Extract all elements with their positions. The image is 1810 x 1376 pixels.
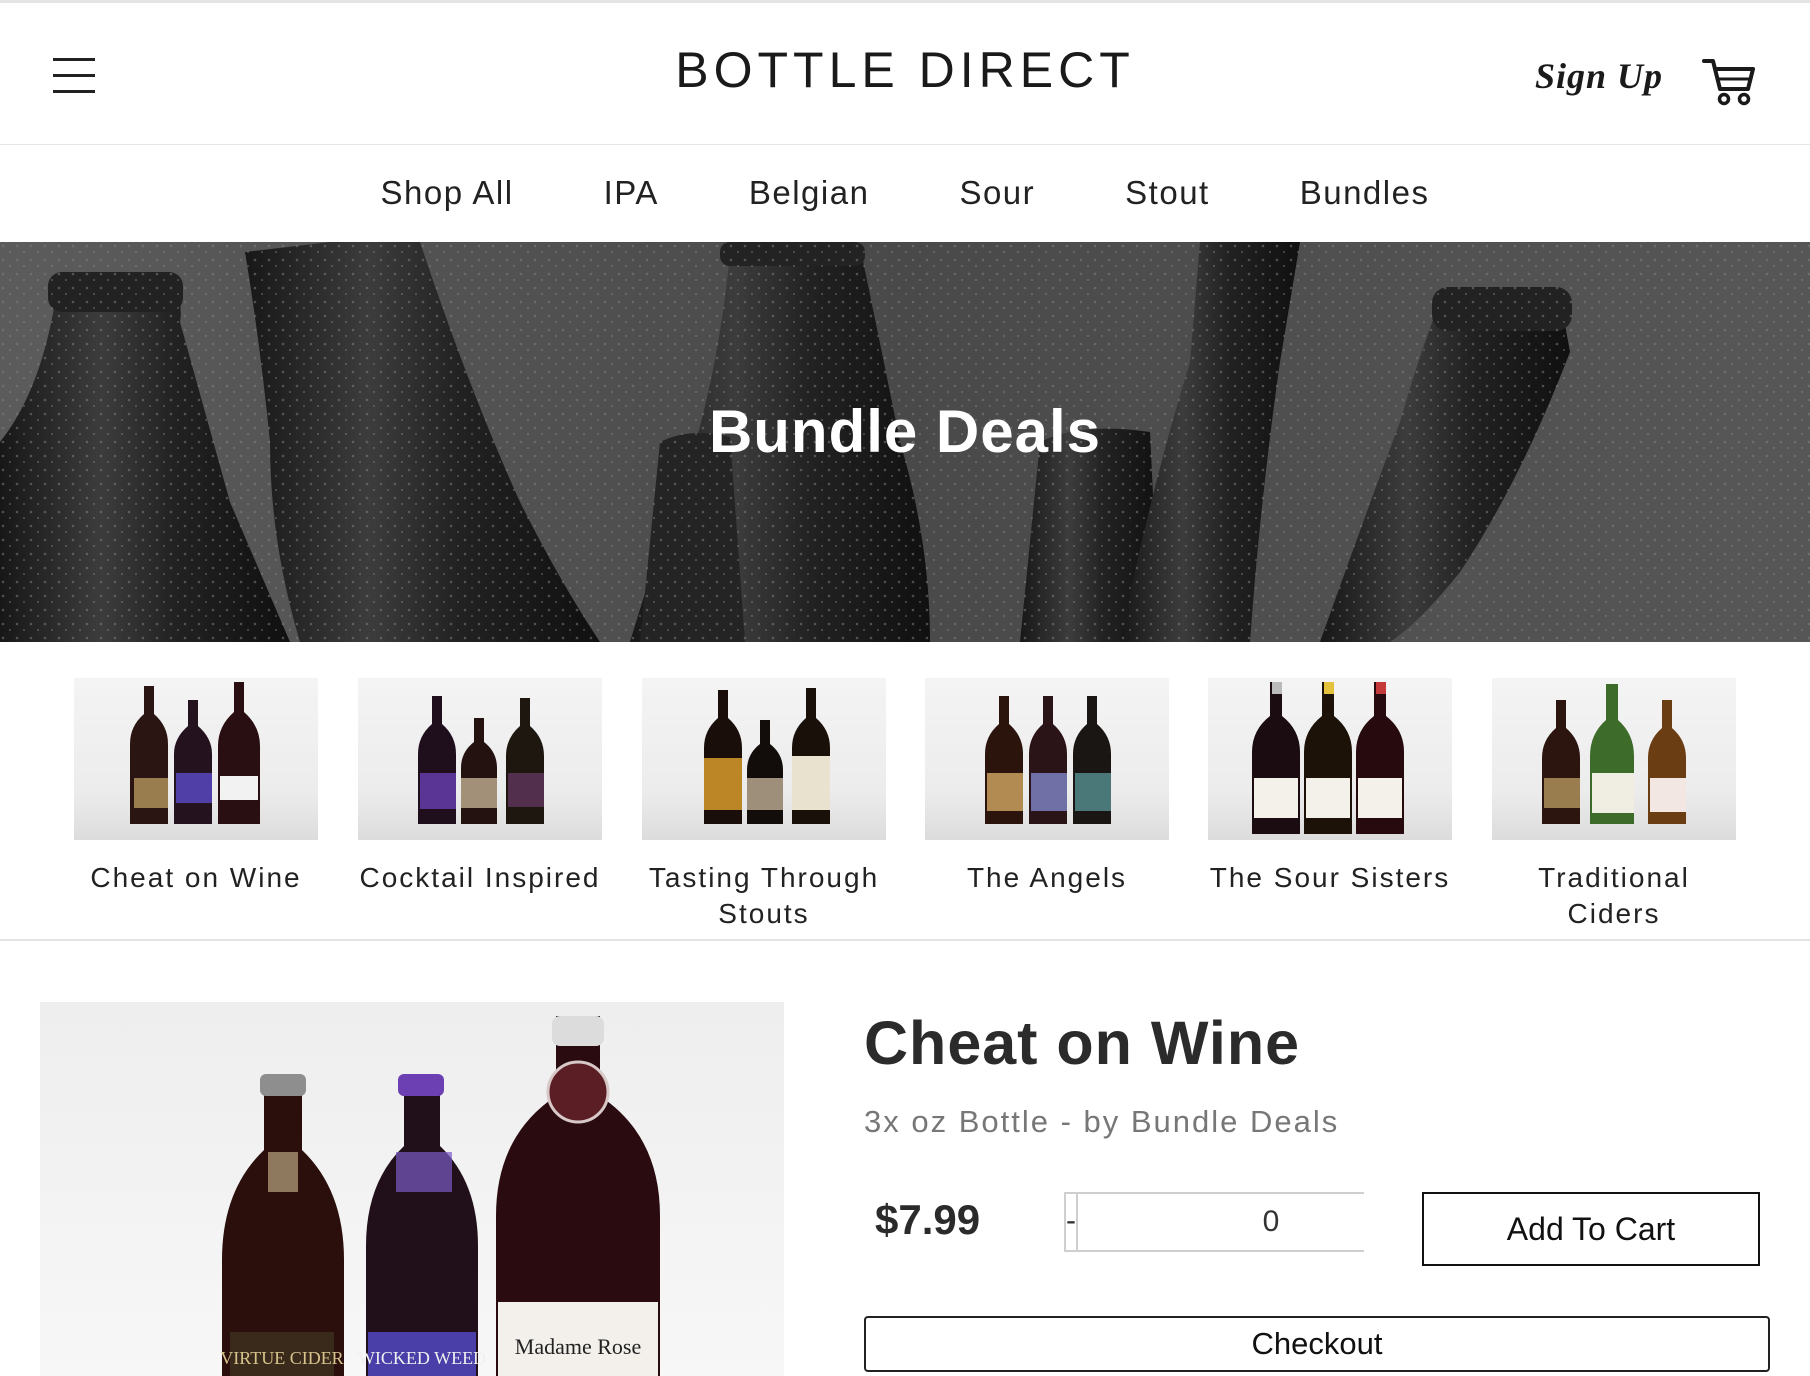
- bundle-card-cocktail-inspired[interactable]: Cocktail Inspired: [358, 678, 602, 896]
- bundle-thumbnail: [642, 678, 886, 840]
- bundle-thumbnail: [358, 678, 602, 840]
- bundle-card-cheat-on-wine[interactable]: Cheat on Wine: [74, 678, 318, 896]
- decrease-quantity-button[interactable]: -: [1066, 1194, 1078, 1250]
- bundle-label: The Angels: [966, 862, 1128, 893]
- product-subtitle: 3x oz Bottle - by Bundle Deals: [864, 1104, 1340, 1139]
- bundle-label: Traditional Ciders: [1538, 862, 1690, 929]
- bundle-label: Tasting Through Stouts: [648, 862, 880, 929]
- sign-up-link[interactable]: Sign Up: [1535, 55, 1663, 97]
- product-image: VIRTUE CIDER WICKED WEED Madame Rose: [40, 1002, 784, 1376]
- nav-item-sour[interactable]: Sour: [959, 174, 1035, 212]
- product-price: $7.99: [875, 1196, 981, 1243]
- product-title: Cheat on Wine: [864, 1009, 1301, 1077]
- bottle-label-text: Madame Rose: [515, 1334, 641, 1359]
- quantity-stepper: - +: [1064, 1192, 1484, 1252]
- brand-name[interactable]: BOTTLE DIRECT: [675, 42, 1134, 98]
- nav-item-ipa[interactable]: IPA: [604, 174, 659, 212]
- bundle-card-the-angels[interactable]: The Angels: [925, 678, 1169, 896]
- nav-item-stout[interactable]: Stout: [1125, 174, 1210, 212]
- bundle-thumbnail: [74, 678, 318, 840]
- bundle-strip: Cheat on Wine Cocktail Inspired Tasting …: [0, 642, 1810, 941]
- bundle-card-traditional-ciders[interactable]: Traditional Ciders: [1492, 678, 1736, 932]
- checkout-button[interactable]: Checkout: [864, 1316, 1770, 1372]
- site-header: BOTTLE DIRECT Sign Up: [0, 3, 1810, 145]
- nav-item-shop-all[interactable]: Shop All: [381, 174, 514, 212]
- hamburger-menu-icon[interactable]: [53, 58, 95, 94]
- hero-title: Bundle Deals: [708, 398, 1102, 465]
- bundle-thumbnail: [925, 678, 1169, 840]
- bundle-label: Cocktail Inspired: [359, 862, 601, 893]
- bottle-label-text: WICKED WEED: [358, 1348, 486, 1368]
- bundle-card-tasting-through-stouts[interactable]: Tasting Through Stouts: [642, 678, 886, 932]
- quantity-input[interactable]: [1078, 1194, 1464, 1250]
- bundle-label: The Sour Sisters: [1209, 862, 1451, 893]
- category-nav: Shop All IPA Belgian Sour Stout Bundles: [0, 146, 1810, 242]
- bundle-card-the-sour-sisters[interactable]: The Sour Sisters: [1208, 678, 1452, 896]
- bottle-label-text: VIRTUE CIDER: [220, 1348, 343, 1368]
- add-to-cart-button[interactable]: Add To Cart: [1422, 1192, 1760, 1266]
- hero-banner: Bundle Deals: [0, 242, 1810, 642]
- nav-item-bundles[interactable]: Bundles: [1300, 174, 1430, 212]
- bundle-label: Cheat on Wine: [90, 862, 302, 893]
- bundle-thumbnail: [1492, 678, 1736, 840]
- nav-item-belgian[interactable]: Belgian: [749, 174, 870, 212]
- bundle-thumbnail: [1208, 678, 1452, 840]
- shopping-cart-icon[interactable]: [1702, 55, 1758, 107]
